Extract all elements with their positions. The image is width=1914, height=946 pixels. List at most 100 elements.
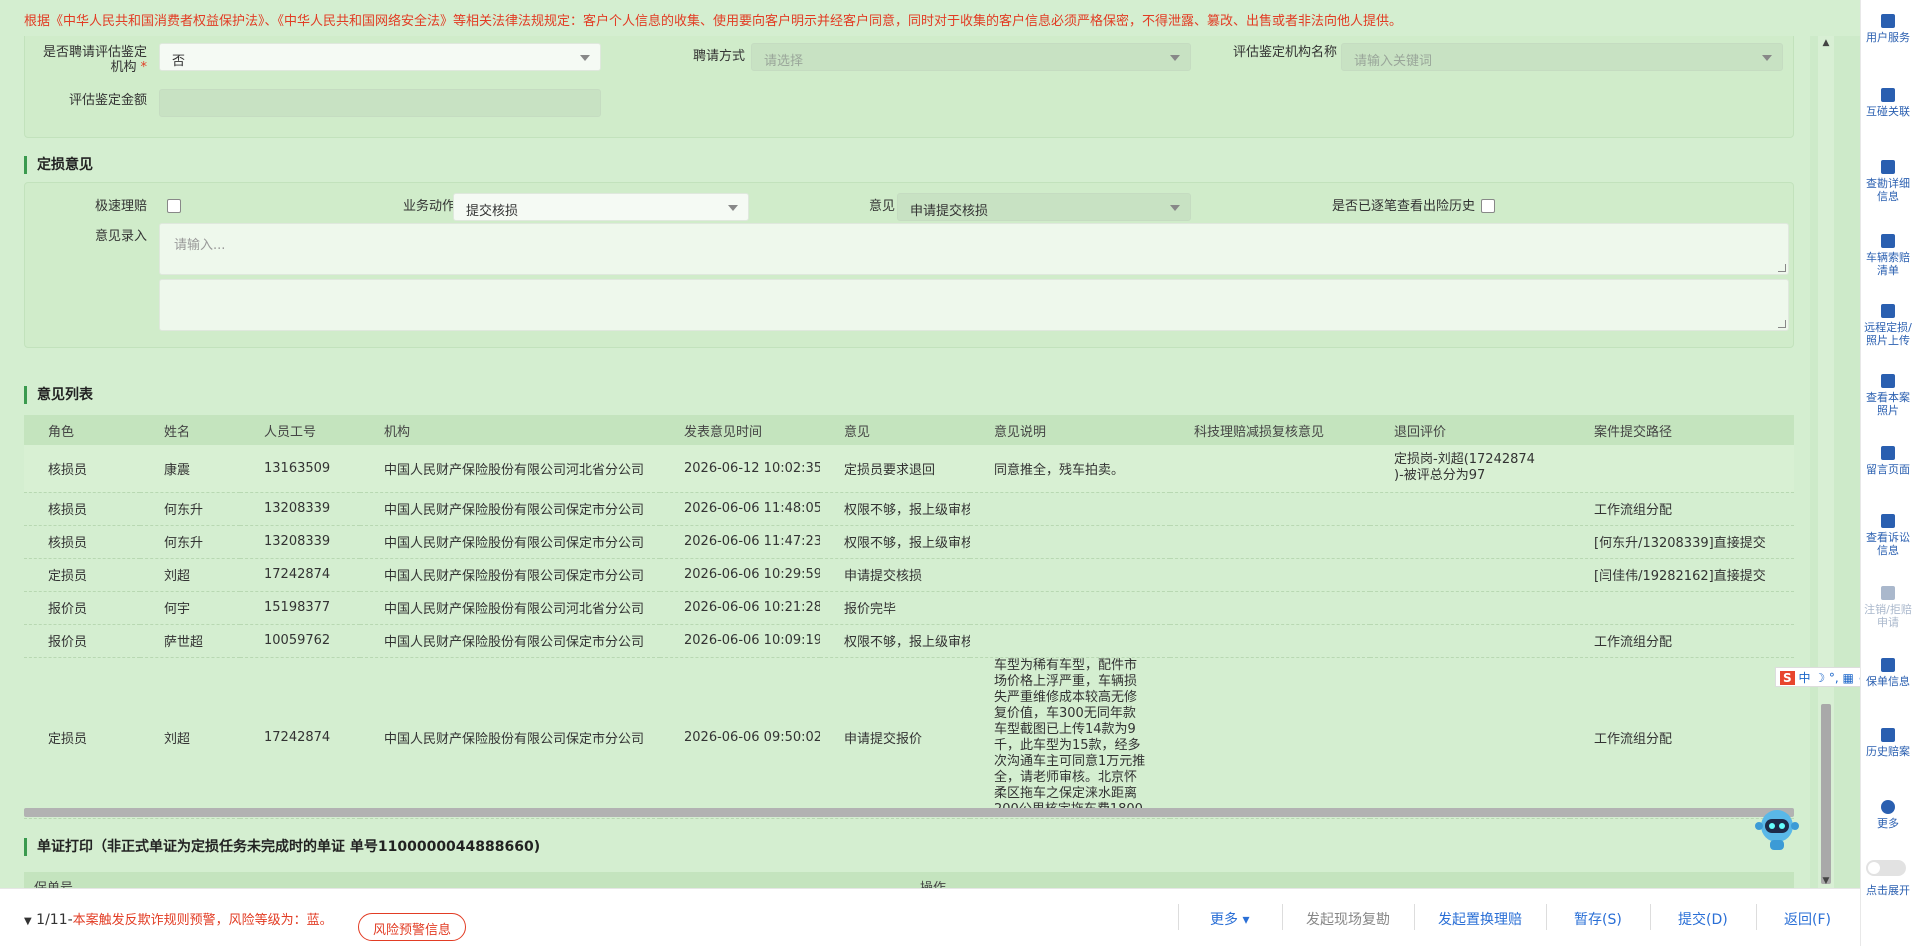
appraisal-amount-input[interactable] [159,89,601,117]
history-icon [1881,728,1895,742]
cell-submit-path: [何东升/13208339]直接提交 [1570,525,1794,559]
ime-mode[interactable]: 中 [1798,671,1810,685]
submit-button[interactable]: 提交(D) [1678,909,1728,929]
cell-name: 康震 [140,445,240,493]
hire-appraisal-label: 是否聘请评估鉴定机构 * [42,45,147,75]
back-button[interactable]: 返回(F) [1784,909,1831,929]
replacement-claim-button[interactable]: 发起置换理赔 [1438,909,1522,929]
opinion-input-textarea[interactable]: 请输入... [159,223,1789,275]
loss-opinion-panel: 极速理赔 业务动作 提交核损 意见 申请提交核损 是否已逐笔查看出险历史 意见录… [24,182,1794,348]
cell-name: 刘超 [140,558,240,592]
rail-message-page[interactable]: 留言页面 [1861,446,1914,476]
risk-warning-button[interactable]: 风险预警信息 [358,913,467,941]
site-resurvey-button[interactable]: 发起现场复勘 [1306,909,1390,929]
cell-opinion-desc [970,558,1170,592]
table-horizontal-scrollbar[interactable] [24,808,1794,817]
appraisal-org-input[interactable]: 请输入关键词 [1341,43,1783,71]
appraisal-panel: 是否聘请评估鉴定机构 * 否 聘请方式 请选择 评估鉴定机构名称 请输入关键词 评… [24,36,1794,138]
cell-role: 核损员 [24,525,140,559]
ime-logo-icon: S [1780,671,1795,685]
more-dropdown-button[interactable]: 更多 ▾ [1210,909,1249,929]
cancel-icon [1881,586,1895,600]
cell-role: 定损员 [24,657,140,819]
rail-collision-link[interactable]: 互碰关联 [1861,88,1914,118]
business-action-label: 业务动作 [402,199,455,214]
fast-claim-label: 极速理赔 [94,199,147,214]
expand-toggle[interactable] [1866,860,1906,876]
cell-time: 2026-06-06 10:09:19 [660,624,820,658]
table-row: 核损员 何东升 13208339 中国人民财产保险股份有限公司保定市分公司 20… [24,492,1794,526]
cell-opinion: 报价完毕 [820,591,970,625]
collapse-arrow-icon[interactable]: ▼ [24,916,32,927]
cell-role: 核损员 [24,445,140,493]
car-icon [1881,234,1895,248]
assistant-robot-icon[interactable] [1752,804,1802,854]
cell-staff-id: 10059762 [240,624,360,658]
rail-remote-loss-upload[interactable]: 远程定损/照片上传 [1861,304,1914,347]
footer-divider [1546,904,1547,930]
rail-more[interactable]: 更多 [1861,800,1914,830]
scroll-down-icon[interactable]: ▼ [1821,876,1831,886]
cell-tech-review [1170,624,1370,658]
link-icon [1881,88,1895,102]
page-indicator: ▼ 1/11-本案触发反欺诈规则预警，风险等级为：蓝。 [24,909,333,928]
footer-divider [1756,904,1757,930]
rail-cancel-reject[interactable]: 注销/拒赔申请 [1861,586,1914,629]
page-vertical-scrollbar[interactable]: ▲ ▼ [1818,36,1834,888]
cell-return-eval [1370,525,1570,559]
business-action-select[interactable]: 提交核损 [453,193,749,221]
history-checked-checkbox[interactable] [1481,199,1495,213]
cell-submit-path: [闫佳伟/19282162]直接提交 [1570,558,1794,592]
history-checked-label: 是否已逐笔查看出险历史 [1331,199,1475,214]
opinion-select[interactable]: 申请提交核损 [897,193,1191,221]
footer-divider [1650,904,1651,930]
cell-org: 中国人民财产保险股份有限公司河北省分公司 [360,591,660,625]
cell-submit-path: 工作流组分配 [1570,492,1794,526]
hire-method-select[interactable]: 请选择 [751,43,1191,71]
cell-org: 中国人民财产保险股份有限公司保定市分公司 [360,492,660,526]
col-tech-review: 科技理赔减损复核意见 [1170,415,1370,445]
table-row: 定损员 刘超 17242874 中国人民财产保险股份有限公司保定市分公司 202… [24,657,1794,819]
cell-time: 2026-06-06 11:48:05 [660,492,820,526]
rail-survey-detail[interactable]: 查勘详细信息 [1861,160,1914,203]
cell-staff-id: 13208339 [240,492,360,526]
rail-policy-info[interactable]: 保单信息 [1861,658,1914,688]
col-org: 机构 [360,415,660,445]
rail-vehicle-claim-list[interactable]: 车辆索赔清单 [1861,234,1914,277]
camera-icon [1881,304,1895,318]
rail-claim-history[interactable]: 历史赔案 [1861,728,1914,758]
user-service-icon [1881,14,1895,28]
scroll-up-icon[interactable]: ▲ [1821,38,1831,48]
cell-staff-id: 17242874 [240,558,360,592]
rail-litigation-info[interactable]: 查看诉讼信息 [1861,514,1914,557]
cell-org: 中国人民财产保险股份有限公司保定市分公司 [360,558,660,592]
cell-opinion-desc: 同意推全，残车拍卖。 [970,445,1170,493]
opinion-extra-textarea[interactable] [159,279,1789,331]
scroll-thumb[interactable] [1821,704,1831,884]
col-time: 发表意见时间 [660,415,820,445]
fast-claim-checkbox[interactable] [167,199,181,213]
cell-staff-id: 13208339 [240,525,360,559]
rail-user-service[interactable]: 用户服务 [1861,14,1914,44]
cell-return-eval [1370,657,1570,819]
cell-submit-path [1570,591,1794,625]
cell-staff-id: 13163509 [240,445,360,493]
cell-staff-id: 15198377 [240,591,360,625]
hire-method-label: 聘请方式 [692,49,745,64]
save-draft-button[interactable]: 暂存(S) [1574,909,1622,929]
cell-name: 何东升 [140,492,240,526]
cell-time: 2026-06-06 11:47:23 [660,525,820,559]
cell-opinion: 权限不够，报上级审核 [820,525,970,559]
rail-case-photos[interactable]: 查看本案照片 [1861,374,1914,417]
col-role: 角色 [24,415,140,445]
cell-time: 2026-06-06 10:21:28 [660,591,820,625]
message-icon [1881,446,1895,460]
opinion-input-label: 意见录入 [94,229,147,244]
cell-submit-path: 工作流组分配 [1570,657,1794,819]
cell-staff-id: 17242874 [240,657,360,819]
cell-opinion-desc: 车型为稀有车型，配件市场价格上浮严重，车辆损失严重维修成本较高无修复价值，车30… [970,657,1170,819]
footer-divider [1414,904,1415,930]
survey-icon [1881,160,1895,174]
hire-appraisal-select[interactable]: 否 [159,43,601,71]
cell-time: 2026-06-06 10:29:59 [660,558,820,592]
